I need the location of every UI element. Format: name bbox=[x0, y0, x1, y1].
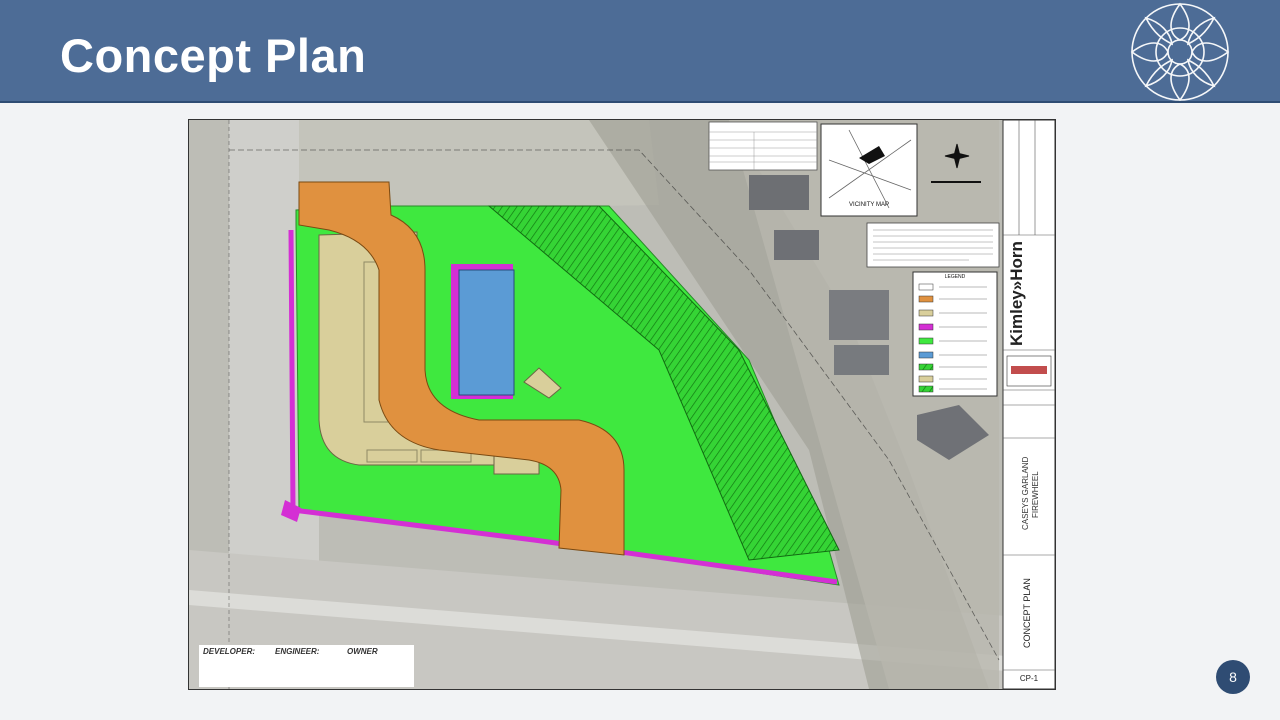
owner-credit: OWNER bbox=[347, 647, 417, 680]
site-plan-svg: VICINITY MAP LEGEND bbox=[189, 120, 1055, 689]
firm-logo-text: Kimley»Horn bbox=[1007, 241, 1026, 346]
city-seal-icon bbox=[1130, 2, 1230, 101]
page-number-badge: 8 bbox=[1216, 660, 1250, 694]
building-footprint bbox=[458, 269, 515, 396]
house-roof-1 bbox=[749, 175, 809, 210]
engineer-credit: ENGINEER: bbox=[275, 647, 345, 680]
project-name-line2: FIREWHEEL bbox=[1031, 471, 1040, 518]
credits-block: DEVELOPER: ENGINEER: OWNER bbox=[199, 645, 414, 687]
slide-header: Concept Plan bbox=[0, 0, 1280, 103]
vicinity-map-label: VICINITY MAP bbox=[849, 202, 889, 208]
sheet-title: CONCEPT PLAN bbox=[1022, 578, 1032, 648]
developer-credit: DEVELOPER: bbox=[203, 647, 273, 680]
general-notes bbox=[866, 222, 1000, 268]
slide-title: Concept Plan bbox=[60, 29, 367, 82]
site-data-table bbox=[708, 121, 818, 171]
legend-title: LEGEND bbox=[945, 274, 966, 280]
project-name-line1: CASEYS GARLAND bbox=[1021, 456, 1030, 530]
developer-label: DEVELOPER: bbox=[203, 647, 256, 656]
legend-swatches bbox=[918, 283, 934, 393]
concept-plan-drawing: VICINITY MAP LEGEND Kimley»Horn CASEYS G… bbox=[188, 119, 1056, 690]
house-roof-3 bbox=[829, 290, 889, 340]
house-roof-4 bbox=[834, 345, 889, 375]
owner-label: OWNER bbox=[347, 647, 378, 656]
engineer-label: ENGINEER: bbox=[275, 647, 320, 656]
sheet-number: CP-1 bbox=[1019, 674, 1039, 683]
house-roof-2 bbox=[774, 230, 819, 260]
